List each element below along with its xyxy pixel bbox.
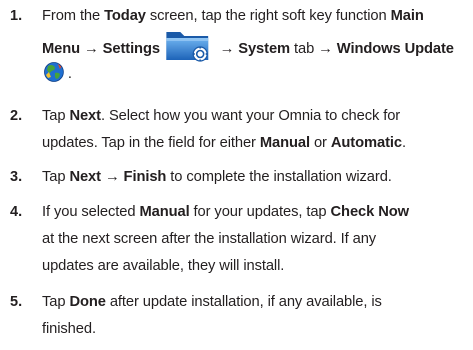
step-number: 3. (10, 169, 23, 185)
step-number: 4. (10, 204, 23, 220)
step-text: Tap Next. Select how you want your Omnia… (42, 108, 406, 151)
windows-update-globe-icon (42, 61, 66, 83)
step-number: 5. (10, 294, 23, 310)
step-text: From the Today screen, tap the right sof… (42, 8, 454, 83)
step-text: Tap Next → Finish to complete the instal… (42, 169, 392, 185)
settings-folder-icon (164, 28, 212, 62)
step-text: If you selected Manual for your updates,… (42, 204, 409, 274)
step-text: Tap Done after update installation, if a… (42, 294, 382, 337)
step-number: 1. (10, 8, 23, 24)
instruction-list: 1. From the Today screen, tap the right … (0, 0, 473, 350)
step-number: 2. (10, 108, 23, 124)
